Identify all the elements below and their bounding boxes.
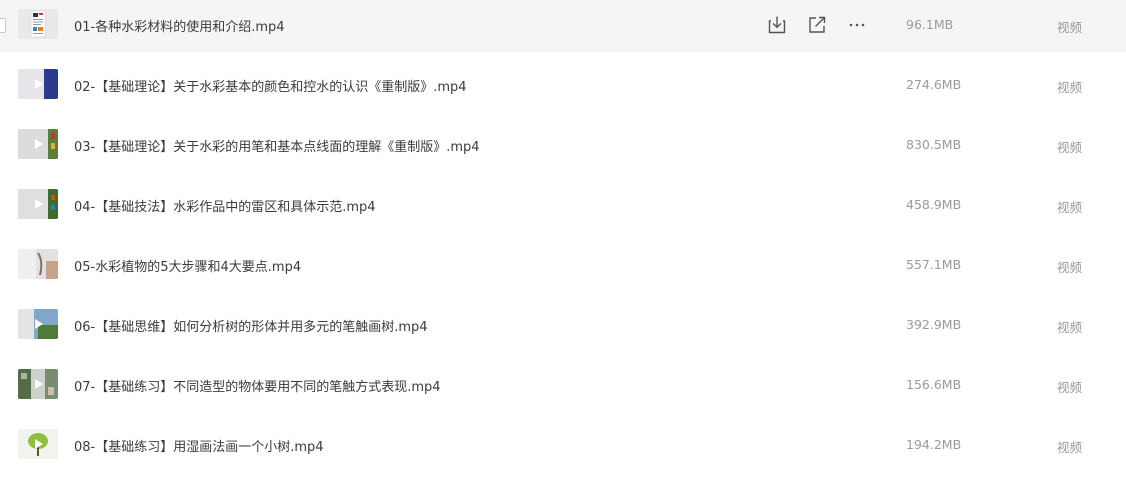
file-type: 视频 (1057, 260, 1083, 275)
file-size: 194.2MB (906, 437, 962, 452)
file-name[interactable]: 05-水彩植物的5大步骤和4大要点.mp4 (74, 256, 301, 275)
file-size: 156.6MB (906, 377, 962, 392)
video-thumbnail (18, 369, 58, 399)
file-name[interactable]: 03-【基础理论】关于水彩的用笔和基本点线面的理解《重制版》.mp4 (74, 136, 480, 155)
file-size: 274.6MB (906, 77, 962, 92)
file-type: 视频 (1057, 320, 1083, 335)
file-row[interactable]: 08-【基础练习】用湿画法画一个小树.mp4 194.2MB 视频 (0, 420, 1126, 472)
file-size: 392.9MB (906, 317, 962, 332)
video-thumbnail (18, 189, 58, 219)
file-row[interactable]: 07-【基础练习】不同造型的物体要用不同的笔触方式表现.mp4 156.6MB … (0, 360, 1126, 412)
video-thumbnail (18, 249, 58, 279)
file-name[interactable]: 01-各种水彩材料的使用和介绍.mp4 (74, 16, 285, 35)
file-row[interactable]: 03-【基础理论】关于水彩的用笔和基本点线面的理解《重制版》.mp4 830.5… (0, 120, 1126, 172)
video-thumbnail (18, 429, 58, 459)
file-name[interactable]: 06-【基础思维】如何分析树的形体并用多元的笔触画树.mp4 (74, 316, 428, 335)
file-type: 视频 (1057, 380, 1083, 395)
file-row[interactable]: 01-各种水彩材料的使用和介绍.mp4 96.1MB 视频 (0, 0, 1126, 52)
file-type: 视频 (1057, 20, 1083, 35)
file-name[interactable]: 02-【基础理论】关于水彩基本的颜色和控水的认识《重制版》.mp4 (74, 76, 467, 95)
file-row[interactable]: 04-【基础技法】水彩作品中的雷区和具体示范.mp4 458.9MB 视频 (0, 180, 1126, 232)
document-thumbnail (18, 9, 58, 39)
video-thumbnail (18, 129, 58, 159)
video-thumbnail (18, 69, 58, 99)
download-icon[interactable] (766, 14, 788, 36)
file-name[interactable]: 07-【基础练习】不同造型的物体要用不同的笔触方式表现.mp4 (74, 376, 441, 395)
file-size: 458.9MB (906, 197, 962, 212)
file-list: 01-各种水彩材料的使用和介绍.mp4 96.1MB 视频 02-【基础理论】关… (0, 0, 1126, 478)
file-type: 视频 (1057, 200, 1083, 215)
file-name[interactable]: 08-【基础练习】用湿画法画一个小树.mp4 (74, 436, 324, 455)
file-type: 视频 (1057, 440, 1083, 455)
file-type: 视频 (1057, 140, 1083, 155)
share-icon[interactable] (806, 14, 828, 36)
file-row[interactable]: 05-水彩植物的5大步骤和4大要点.mp4 557.1MB 视频 (0, 240, 1126, 292)
file-type: 视频 (1057, 80, 1083, 95)
file-size: 96.1MB (906, 17, 954, 32)
file-name[interactable]: 04-【基础技法】水彩作品中的雷区和具体示范.mp4 (74, 196, 376, 215)
row-checkbox[interactable] (0, 18, 6, 33)
file-row[interactable]: 06-【基础思维】如何分析树的形体并用多元的笔触画树.mp4 392.9MB 视… (0, 300, 1126, 352)
file-size: 830.5MB (906, 137, 962, 152)
file-row[interactable]: 02-【基础理论】关于水彩基本的颜色和控水的认识《重制版》.mp4 274.6M… (0, 60, 1126, 112)
file-size: 557.1MB (906, 257, 962, 272)
more-icon[interactable] (846, 14, 868, 36)
video-thumbnail (18, 309, 58, 339)
